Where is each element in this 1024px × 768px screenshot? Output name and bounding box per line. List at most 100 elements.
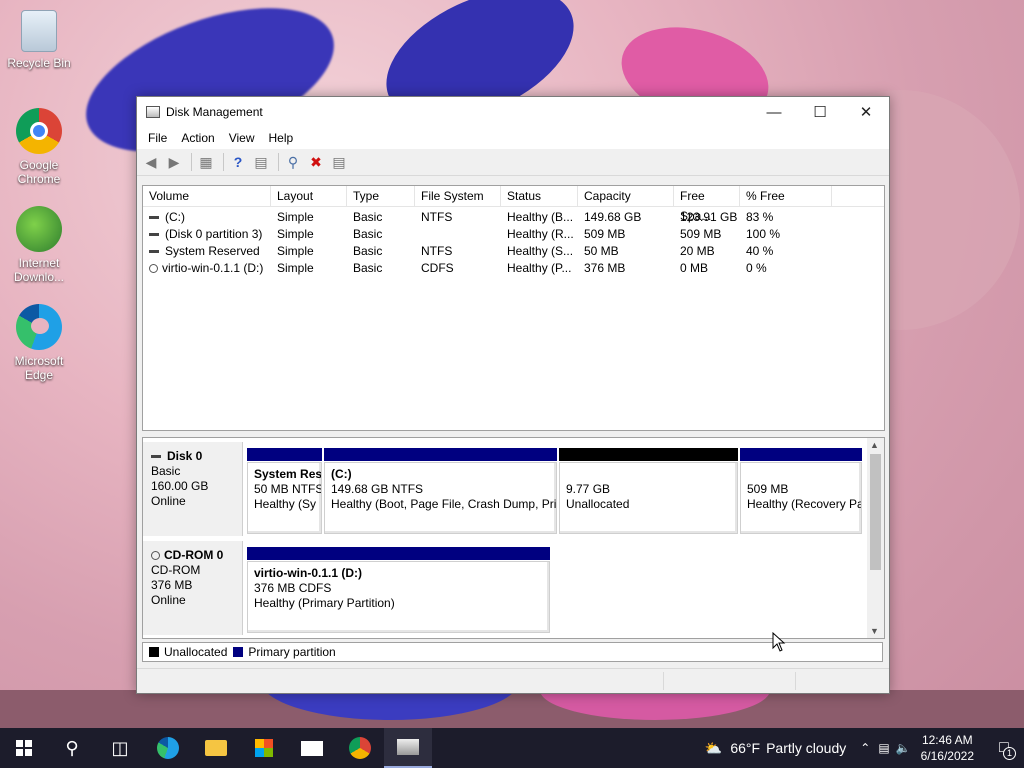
scrollbar-thumb[interactable]: [870, 454, 881, 570]
network-icon[interactable]: ▤: [878, 741, 889, 755]
scroll-up-icon[interactable]: ▲: [870, 440, 879, 450]
partition-cd-d[interactable]: virtio-win-0.1.1 (D:) 376 MB CDFS Health…: [247, 547, 550, 633]
taskbar-store[interactable]: [240, 728, 288, 768]
delete-icon[interactable]: ✖: [306, 152, 326, 172]
disk-label[interactable]: Disk 0 Basic 160.00 GB Online: [143, 442, 243, 536]
taskbar-file-explorer[interactable]: [192, 728, 240, 768]
taskbar-mail[interactable]: [288, 728, 336, 768]
partition-size: 149.68 GB NTFS: [331, 482, 424, 496]
graph-scrollbar[interactable]: ▲ ▼: [867, 438, 884, 638]
partition-title: System Res: [254, 467, 322, 481]
desktop-icon-label: Microsoft Edge: [14, 354, 64, 382]
clock-time: 12:46 AM: [921, 733, 973, 747]
table-row[interactable]: (C:) Simple Basic NTFS Healthy (B... 149…: [143, 209, 884, 226]
disk-management-window: Disk Management — ☐ ✕ File Action View H…: [136, 96, 890, 694]
show-hide-action-pane-icon[interactable]: ▤: [251, 152, 271, 172]
weather-temperature[interactable]: 66°F: [730, 740, 760, 756]
cell-file-system: CDFS: [421, 261, 454, 275]
taskbar-edge[interactable]: [144, 728, 192, 768]
cell-percent-free: 100 %: [746, 227, 781, 241]
taskbar-disk-management[interactable]: [384, 728, 432, 768]
minimize-button[interactable]: —: [751, 97, 797, 127]
weather-description[interactable]: Partly cloudy: [766, 740, 846, 756]
partition-unallocated[interactable]: 9.77 GB Unallocated: [559, 448, 738, 534]
task-view-icon[interactable]: ◫: [96, 728, 144, 768]
disk-label[interactable]: CD-ROM 0 CD-ROM 376 MB Online: [143, 541, 243, 635]
disk-row-cdrom0: CD-ROM 0 CD-ROM 376 MB Online virtio-win…: [143, 541, 865, 637]
column-volume[interactable]: Volume: [143, 186, 271, 206]
partition-size: 9.77 GB: [566, 482, 611, 496]
disk-name: Disk 0: [167, 449, 203, 463]
menu-help[interactable]: Help: [262, 131, 301, 145]
disk-size: 376 MB: [151, 578, 193, 592]
folder-icon: [205, 740, 227, 756]
partition-status: Healthy (Boot, Page File, Crash Dump, Pr…: [331, 497, 557, 511]
desktop-icon-recycle-bin[interactable]: Recycle Bin: [4, 10, 74, 70]
search-icon[interactable]: ⚲: [48, 728, 96, 768]
volume-muted-icon[interactable]: 🔈: [896, 741, 911, 755]
cell-percent-free: 40 %: [746, 244, 774, 258]
clock[interactable]: 12:46 AM 6/16/2022: [921, 732, 974, 764]
start-button[interactable]: [0, 728, 48, 768]
partition-bar: [247, 547, 550, 560]
cell-file-system: NTFS: [421, 244, 453, 258]
cell-status: Healthy (P...: [507, 261, 572, 275]
desktop-icon-chrome[interactable]: Google Chrome: [4, 108, 74, 186]
partition-bar: [559, 448, 738, 461]
properties-icon[interactable]: ▤: [329, 152, 349, 172]
windows-logo-icon: [16, 740, 32, 756]
maximize-button[interactable]: ☐: [797, 97, 843, 127]
partition-status: Healthy (Primary Partition): [254, 596, 395, 610]
partition-recovery[interactable]: 509 MB Healthy (Recovery Pa: [740, 448, 862, 534]
back-icon[interactable]: ◀: [141, 152, 161, 172]
connect-disk-icon[interactable]: ⚲: [283, 152, 303, 172]
show-hide-console-tree-icon[interactable]: ▦: [196, 152, 216, 172]
partition-bar: [324, 448, 557, 461]
cell-layout: Simple: [277, 227, 314, 241]
taskbar-chrome[interactable]: [336, 728, 384, 768]
legend-swatch-primary: [233, 647, 244, 657]
volume-icon: [149, 233, 159, 237]
disk-type: CD-ROM: [151, 563, 201, 577]
cell-percent-free: 0 %: [746, 261, 767, 275]
partition-c[interactable]: (C:) 149.68 GB NTFS Healthy (Boot, Page …: [324, 448, 557, 534]
partition-system-reserved[interactable]: System Res 50 MB NTFS Healthy (Sy: [247, 448, 322, 534]
cell-type: Basic: [353, 210, 383, 224]
cell-status: Healthy (S...: [507, 244, 574, 258]
desktop-icon-idm[interactable]: Internet Downlo...: [4, 206, 74, 284]
table-row[interactable]: System Reserved Simple Basic NTFS Health…: [143, 243, 884, 260]
internet-download-manager-icon: [16, 206, 62, 252]
disk-size: 160.00 GB: [151, 479, 209, 493]
column-free-space[interactable]: Free Spa...: [674, 186, 740, 223]
status-divider: [663, 672, 664, 690]
forward-icon[interactable]: ▶: [164, 152, 184, 172]
desktop-icon-label: Recycle Bin: [7, 56, 71, 70]
help-icon[interactable]: ?: [228, 152, 248, 172]
title-bar[interactable]: Disk Management — ☐ ✕: [137, 97, 889, 127]
taskbar: ⚲ ◫ ⛅ 66°F Partly cloudy ⌃ ▤ 🔈 12:46 AM …: [0, 728, 1024, 768]
column-layout[interactable]: Layout: [271, 186, 347, 206]
scroll-down-icon[interactable]: ▼: [870, 626, 879, 636]
menu-view[interactable]: View: [222, 131, 262, 145]
column-status[interactable]: Status: [501, 186, 578, 206]
column-file-system[interactable]: File System: [415, 186, 501, 206]
table-row[interactable]: virtio-win-0.1.1 (D:) Simple Basic CDFS …: [143, 260, 884, 277]
desktop-icon-edge[interactable]: Microsoft Edge: [4, 304, 74, 382]
weather-partly-cloudy-icon: ⛅: [704, 739, 723, 756]
partition-status: Healthy (Recovery Pa: [747, 497, 862, 511]
mail-icon: [301, 740, 323, 756]
column-percent-free[interactable]: % Free: [740, 186, 832, 206]
cell-layout: Simple: [277, 210, 314, 224]
close-button[interactable]: ✕: [843, 97, 889, 127]
toolbar-separator: [191, 153, 192, 171]
table-row[interactable]: (Disk 0 partition 3) Simple Basic Health…: [143, 226, 884, 243]
chrome-icon: [349, 737, 371, 759]
column-capacity[interactable]: Capacity: [578, 186, 674, 206]
menu-file[interactable]: File: [141, 131, 174, 145]
column-type[interactable]: Type: [347, 186, 415, 206]
cell-status: Healthy (B...: [507, 210, 574, 224]
chevron-up-icon[interactable]: ⌃: [860, 741, 870, 755]
edge-icon: [16, 304, 62, 350]
menu-action[interactable]: Action: [174, 131, 221, 145]
notification-center-button[interactable]: □ 1: [984, 728, 1024, 768]
